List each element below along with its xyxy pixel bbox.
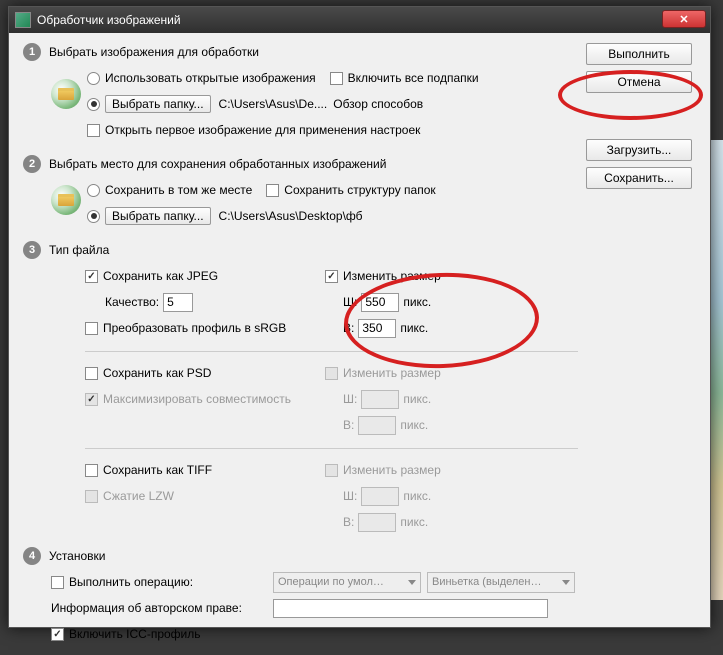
- side-buttons: Выполнить Отмена Загрузить... Сохранить.…: [586, 43, 696, 195]
- maxcompat-checkbox: [85, 393, 98, 406]
- run-action-checkbox[interactable]: [51, 576, 64, 589]
- psd-w-unit: пикс.: [403, 392, 431, 406]
- copyright-label: Информация об авторском праве:: [51, 601, 261, 615]
- titlebar[interactable]: Обработчик изображений ✕: [9, 7, 710, 33]
- section-title: Выбрать место для сохранения обработанны…: [49, 157, 386, 171]
- run-button[interactable]: Выполнить: [586, 43, 692, 65]
- tiff-height-input: [358, 513, 396, 532]
- srgb-checkbox[interactable]: [85, 322, 98, 335]
- step-number: 3: [23, 241, 41, 259]
- section-title: Выбрать изображения для обработки: [49, 45, 259, 59]
- main-column: 1 Выбрать изображения для обработки Испо…: [23, 43, 578, 655]
- tiff-w-label: Ш:: [343, 489, 357, 503]
- jpeg-h-label: В:: [343, 321, 354, 335]
- tiff-w-unit: пикс.: [403, 489, 431, 503]
- dialog-window: Обработчик изображений ✕ Выполнить Отмен…: [8, 6, 711, 628]
- same-place-radio[interactable]: [87, 184, 100, 197]
- use-open-radio[interactable]: [87, 72, 100, 85]
- close-icon: ✕: [679, 13, 688, 26]
- close-button[interactable]: ✕: [662, 10, 706, 28]
- choose-dest-radio[interactable]: [87, 210, 100, 223]
- include-subfolders-checkbox[interactable]: [330, 72, 343, 85]
- section-file-type: 3 Тип файла Сохранить как JPEG Качество:…: [23, 241, 578, 537]
- step-number: 4: [23, 547, 41, 565]
- quality-input[interactable]: [163, 293, 193, 312]
- psd-resize-checkbox: [325, 367, 338, 380]
- jpeg-height-input[interactable]: [358, 319, 396, 338]
- action-set-dropdown: Операции по умол…: [273, 572, 421, 593]
- tiff-h-label: В:: [343, 515, 354, 529]
- keep-structure-checkbox[interactable]: [266, 184, 279, 197]
- tiff-width-input: [361, 487, 399, 506]
- choose-dest-folder-button[interactable]: Выбрать папку...: [105, 207, 211, 225]
- step-number: 2: [23, 155, 41, 173]
- divider: [85, 351, 578, 352]
- srgb-label: Преобразовать профиль в sRGB: [103, 321, 286, 335]
- tiff-h-unit: пикс.: [400, 515, 428, 529]
- psd-h-unit: пикс.: [400, 418, 428, 432]
- psd-resize-label: Изменить размер: [343, 366, 441, 380]
- keep-structure-label: Сохранить структуру папок: [284, 183, 435, 197]
- browse-methods-link[interactable]: Обзор способов: [333, 97, 423, 111]
- jpeg-resize-label: Изменить размер: [343, 269, 441, 283]
- section-title: Тип файла: [49, 243, 109, 257]
- jpeg-h-unit: пикс.: [400, 321, 428, 335]
- choose-folder-radio[interactable]: [87, 98, 100, 111]
- section-save-location: 2 Выбрать место для сохранения обработан…: [23, 155, 578, 231]
- save-jpeg-label: Сохранить как JPEG: [103, 269, 218, 283]
- folder-icon: [51, 79, 81, 109]
- maxcompat-label: Максимизировать совместимость: [103, 392, 291, 406]
- section-preferences: 4 Установки Выполнить операцию: Операции…: [23, 547, 578, 645]
- use-open-label: Использовать открытые изображения: [105, 71, 316, 85]
- lzw-label: Сжатие LZW: [103, 489, 174, 503]
- jpeg-w-label: Ш:: [343, 295, 357, 309]
- tiff-resize-label: Изменить размер: [343, 463, 441, 477]
- save-jpeg-checkbox[interactable]: [85, 270, 98, 283]
- open-first-checkbox[interactable]: [87, 124, 100, 137]
- section-select-images: 1 Выбрать изображения для обработки Испо…: [23, 43, 578, 145]
- psd-width-input: [361, 390, 399, 409]
- load-button[interactable]: Загрузить...: [586, 139, 692, 161]
- action-dropdown: Виньетка (выделен…: [427, 572, 575, 593]
- psd-height-input: [358, 416, 396, 435]
- step-number: 1: [23, 43, 41, 61]
- source-path: C:\Users\Asus\De....: [219, 97, 328, 111]
- lzw-checkbox: [85, 490, 98, 503]
- cancel-button[interactable]: Отмена: [586, 71, 692, 93]
- save-tiff-checkbox[interactable]: [85, 464, 98, 477]
- divider: [85, 448, 578, 449]
- window-title: Обработчик изображений: [37, 13, 704, 27]
- save-button[interactable]: Сохранить...: [586, 167, 692, 189]
- quality-label: Качество:: [105, 295, 159, 309]
- dest-path: C:\Users\Asus\Desktop\фб: [219, 209, 363, 223]
- include-subfolders-label: Включить все подпапки: [348, 71, 479, 85]
- same-place-label: Сохранить в том же месте: [105, 183, 252, 197]
- run-action-label: Выполнить операцию:: [69, 575, 229, 589]
- jpeg-w-unit: пикс.: [403, 295, 431, 309]
- folder-icon: [51, 185, 81, 215]
- save-tiff-label: Сохранить как TIFF: [103, 463, 212, 477]
- save-psd-label: Сохранить как PSD: [103, 366, 211, 380]
- choose-source-folder-button[interactable]: Выбрать папку...: [105, 95, 211, 113]
- jpeg-resize-checkbox[interactable]: [325, 270, 338, 283]
- section-title: Установки: [49, 549, 105, 563]
- copyright-input[interactable]: [273, 599, 548, 618]
- psd-w-label: Ш:: [343, 392, 357, 406]
- open-first-label: Открыть первое изображение для применени…: [105, 123, 420, 137]
- dialog-content: Выполнить Отмена Загрузить... Сохранить.…: [9, 33, 710, 627]
- save-psd-checkbox[interactable]: [85, 367, 98, 380]
- psd-h-label: В:: [343, 418, 354, 432]
- app-icon: [15, 12, 31, 28]
- jpeg-width-input[interactable]: [361, 293, 399, 312]
- tiff-resize-checkbox: [325, 464, 338, 477]
